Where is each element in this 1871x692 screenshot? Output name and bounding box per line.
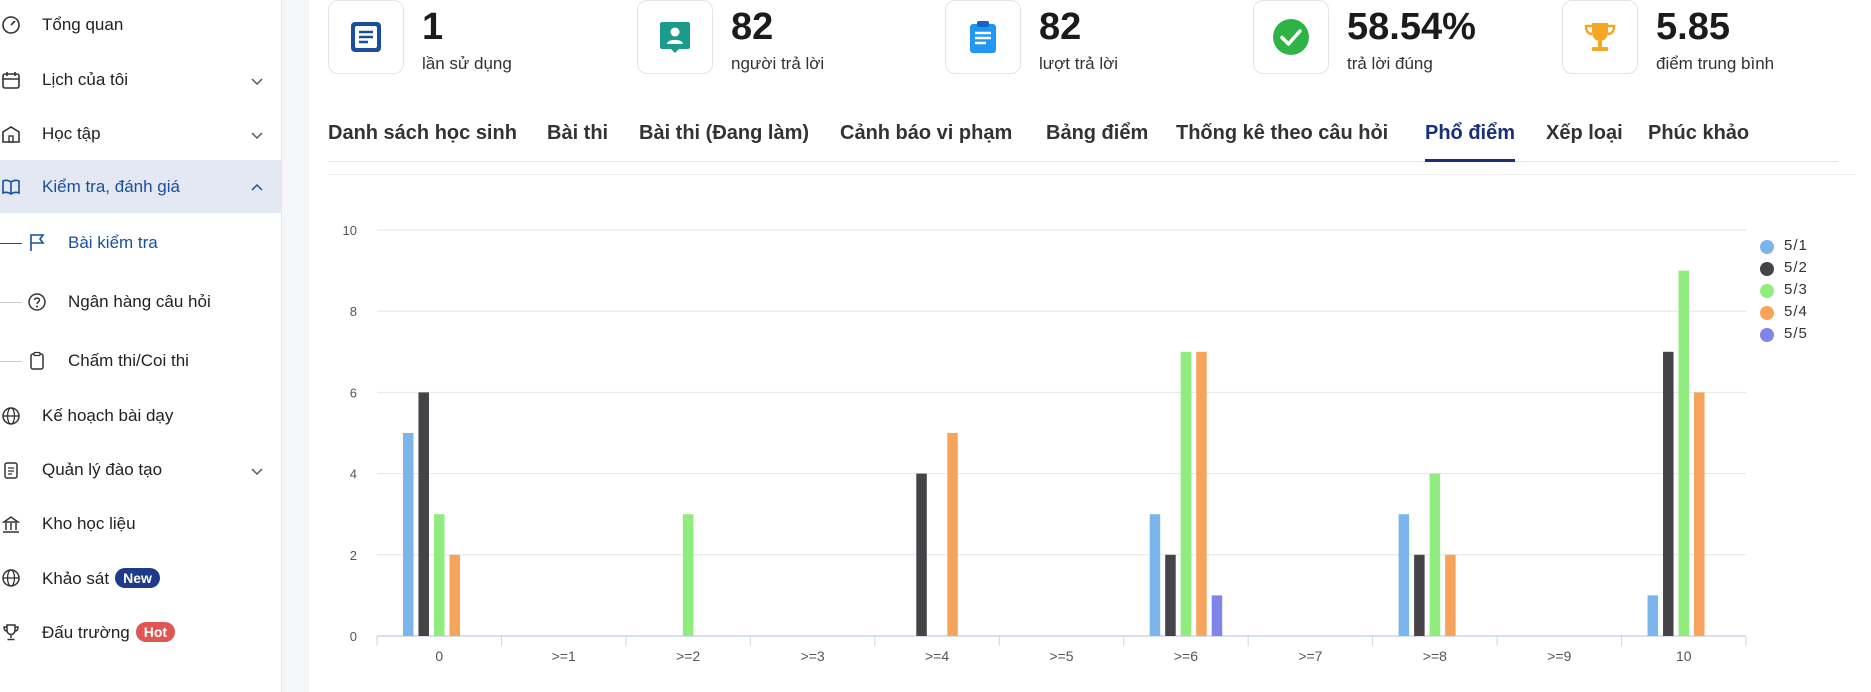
x-tick-label: >=2 [676, 648, 700, 664]
stat-value: 1 [422, 6, 444, 48]
bar [449, 554, 460, 636]
tab-thong-ke-theo-cau-hoi[interactable]: Thống kê theo câu hỏi [1176, 122, 1388, 162]
tab-phuc-khao[interactable]: Phúc khảo [1648, 122, 1749, 162]
stat-value: 58.54% [1347, 6, 1476, 48]
y-tick-label: 4 [350, 467, 357, 482]
tab-bai-thi-dang-lam[interactable]: Bài thi (Đang làm) [639, 122, 809, 162]
tab-bar: Danh sách học sinh Bài thi Bài thi (Đang… [328, 112, 1838, 162]
bar [1414, 554, 1425, 636]
bar [1149, 514, 1161, 636]
stat-caption: trả lời đúng [1347, 54, 1433, 73]
bar [1398, 514, 1410, 636]
score-distribution-chart: 0 2 4 6 8 10 0 >=1 >=2 >=3 >=4 >=5 >=6 >=7 >=8 >=9 10 [343, 223, 1747, 664]
y-tick-label: 2 [350, 548, 357, 563]
bar [1647, 595, 1659, 636]
x-tick-label: >=7 [1298, 648, 1322, 664]
bar [402, 433, 414, 636]
bar [947, 433, 958, 636]
bar [1196, 351, 1207, 636]
bar [916, 473, 927, 636]
tab-pho-diem[interactable]: Phổ điểm [1425, 122, 1516, 162]
x-tick-label: >=5 [1049, 648, 1073, 664]
bar [1694, 392, 1705, 636]
legend-label: 5/4 [1784, 303, 1808, 320]
tab-canh-bao-vi-pham[interactable]: Cảnh báo vi phạm [840, 122, 1012, 162]
bar [1180, 351, 1192, 636]
bar [1678, 270, 1690, 636]
sidebar-item-label: Học tập [42, 124, 101, 143]
divider [328, 174, 1856, 175]
stat-caption: lượt trả lời [1039, 54, 1119, 73]
x-tick-label: >=6 [1174, 648, 1198, 664]
legend-marker [1760, 262, 1774, 276]
legend-marker [1760, 240, 1774, 254]
bar [1165, 554, 1176, 636]
sidebar-item-tong-quan[interactable]: Tổng quan [0, 0, 282, 50]
stat-value: 82 [731, 6, 774, 48]
x-tick-label: >=1 [552, 648, 576, 664]
dashboard-icon [0, 14, 22, 36]
bar [1429, 473, 1441, 636]
bar [433, 514, 445, 636]
bar [1445, 554, 1456, 636]
bar [682, 514, 694, 636]
x-tick-label: >=8 [1423, 648, 1447, 664]
stat-caption: lần sử dụng [422, 54, 512, 73]
bar [1663, 351, 1674, 636]
stat-value: 82 [1039, 6, 1082, 48]
x-tick-label: 0 [435, 648, 443, 664]
school-icon [0, 123, 22, 145]
bar [418, 392, 429, 636]
check-circle-icon [1253, 0, 1329, 74]
stat-value: 5.85 [1656, 6, 1730, 48]
sidebar-item-label: Lịch của tôi [42, 70, 128, 89]
tab-bang-diem[interactable]: Bảng điểm [1046, 122, 1148, 162]
x-tick-label: >=3 [801, 648, 825, 664]
y-tick-label: 8 [350, 304, 357, 319]
calendar-icon [0, 69, 22, 91]
legend-label: 5/5 [1784, 325, 1808, 342]
legend-marker [1760, 306, 1774, 320]
y-tick-label: 0 [350, 629, 357, 644]
chevron-down-icon [250, 73, 264, 87]
clipboard-list-icon [945, 0, 1021, 74]
legend-label: 5/1 [1784, 237, 1808, 254]
legend-label: 5/2 [1784, 259, 1808, 276]
chevron-down-icon [250, 127, 264, 141]
y-tick-label: 6 [350, 385, 357, 400]
x-tick-label: 10 [1676, 648, 1692, 664]
y-tick-label: 10 [343, 223, 357, 238]
bar [1211, 595, 1223, 636]
x-tick-label: >=9 [1547, 648, 1571, 664]
tab-danh-sach-hoc-sinh[interactable]: Danh sách học sinh [328, 122, 517, 162]
tab-xep-loai[interactable]: Xếp loại [1546, 122, 1623, 162]
stat-caption: người trả lời [731, 54, 825, 73]
tab-bai-thi[interactable]: Bài thi [547, 122, 608, 162]
stat-caption: điểm trung bình [1656, 54, 1775, 73]
legend-label: 5/3 [1784, 281, 1808, 298]
trophy-icon [1562, 0, 1638, 74]
sidebar-item-hoc-tap[interactable]: Học tập [0, 108, 282, 160]
sidebar-item-label: Tổng quan [42, 15, 124, 34]
legend-marker [1760, 328, 1774, 342]
sidebar-item-lich-cua-toi[interactable]: Lịch của tôi [0, 54, 282, 106]
contact-icon [637, 0, 713, 74]
legend-marker [1760, 284, 1774, 298]
x-tick-label: >=4 [925, 648, 949, 664]
document-icon [328, 0, 404, 74]
